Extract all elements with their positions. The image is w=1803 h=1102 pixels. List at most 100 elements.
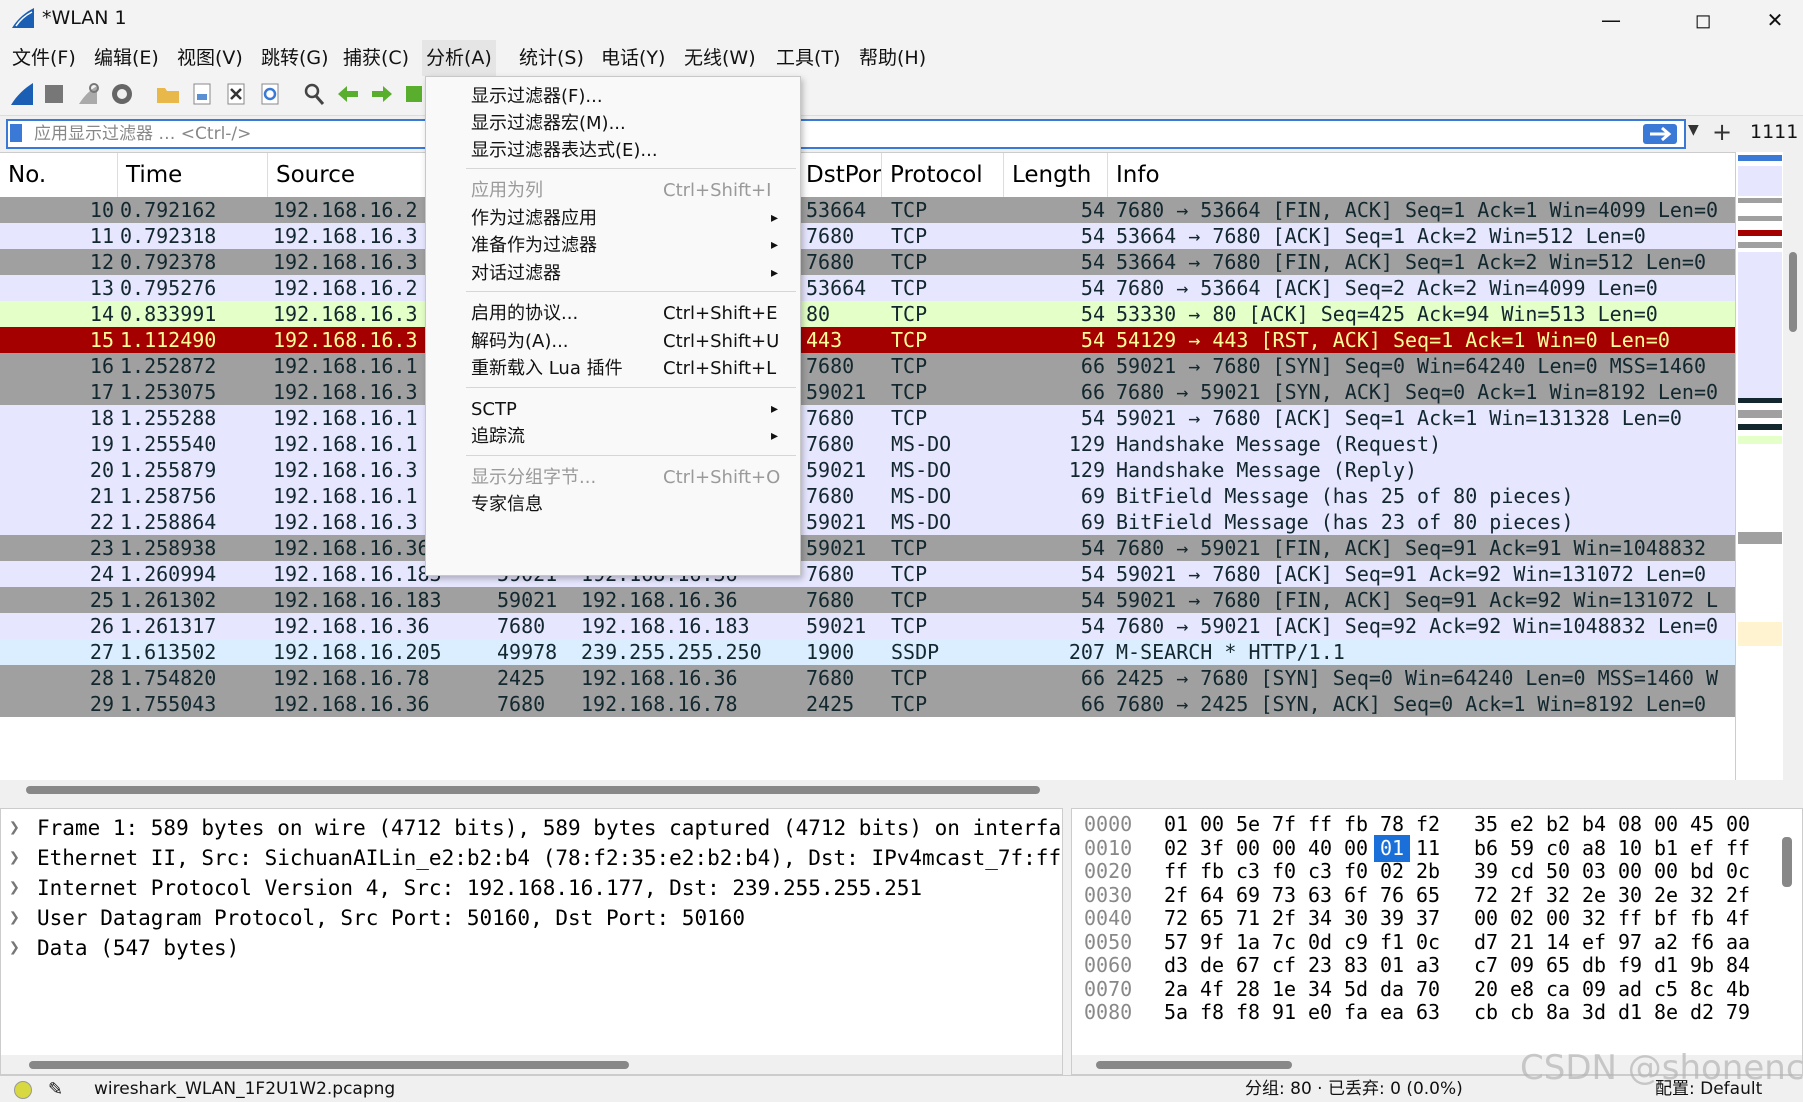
menu-help[interactable]: 帮助(H) [855,40,930,76]
menu-view[interactable]: 视图(V) [173,40,247,76]
packet-row[interactable]: 29 1.755043 192.168.16.36 7680 192.168.16.78… [0,691,1735,717]
packet-row[interactable]: 28 1.754820 192.168.16.78 2425 192.168.16.36… [0,665,1735,691]
column-header-source[interactable]: Source [268,153,426,197]
packet-row[interactable]: 10 0.792162 192.168.16.2 53664 TCP 54 7680 → 5… [0,197,1735,223]
detail-row-ipv4[interactable]: ❯ Internet Protocol Version 4, Src: 192.1… [1,873,1062,903]
analyze-menu-item[interactable]: 专家信息 [426,489,800,520]
hex-byte[interactable]: fa [1338,999,1374,1026]
detail-row-ethernet[interactable]: ❯ Ethernet II, Src: SichuanAILin_e2:b2:b4… [1,843,1062,873]
analyze-menu-item[interactable]: 启用的协议... Ctrl+Shift+E [426,298,800,329]
filter-button-count[interactable]: 1111 [1750,121,1798,143]
packet-row[interactable]: 13 0.795276 192.168.16.2 53664 TCP 54 7680 → 5… [0,275,1735,301]
column-header-time[interactable]: Time [118,153,268,197]
packet-list-vscroll[interactable] [1783,152,1803,780]
goto-packet-icon[interactable] [400,80,428,108]
analyze-menu-item[interactable]: 作为过滤器应用 ▸ [426,203,800,234]
detail-row-data[interactable]: ❯ Data (547 bytes) [1,933,1062,963]
details-hscroll[interactable] [1,1055,1062,1074]
menu-go[interactable]: 跳转(G) [257,40,333,76]
packet-row[interactable]: 11 0.792318 192.168.16.3 7680 TCP 54 53664 → 7… [0,223,1735,249]
hex-byte[interactable]: ea [1374,999,1410,1026]
packet-row[interactable]: 18 1.255288 192.168.16.1 7680 TCP 54 59021 → 7… [0,405,1735,431]
maximize-button[interactable]: ◻ [1667,0,1739,40]
analyze-menu-item[interactable]: 准备作为过滤器 ▸ [426,230,800,261]
hex-byte[interactable]: 63 [1410,999,1446,1026]
reload-icon[interactable] [256,80,284,108]
save-file-icon[interactable] [188,80,216,108]
hex-byte[interactable]: cb [1468,999,1504,1026]
column-header-protocol[interactable]: Protocol [882,153,1004,197]
hex-byte[interactable]: 3d [1576,999,1612,1026]
hex-byte[interactable]: 5a [1158,999,1194,1026]
minimize-button[interactable]: — [1575,0,1647,40]
scroll-thumb[interactable] [1782,837,1792,887]
scroll-thumb[interactable] [1789,252,1797,332]
menu-edit[interactable]: 编辑(E) [90,40,163,76]
hex-byte[interactable]: f8 [1194,999,1230,1026]
hex-byte[interactable]: 8e [1648,999,1684,1026]
capture-options-icon[interactable] [108,80,136,108]
find-icon[interactable] [300,80,328,108]
column-header-no[interactable]: No. [0,153,118,197]
hex-byte[interactable]: d1 [1612,999,1648,1026]
hex-byte[interactable]: e0 [1302,999,1338,1026]
column-header-info[interactable]: Info [1108,153,1735,197]
packet-row[interactable]: 22 1.258864 192.168.16.3 59021 MS-DO 69 BitFie… [0,509,1735,535]
add-filter-button[interactable]: + [1712,118,1732,146]
packet-row[interactable]: 12 0.792378 192.168.16.3 7680 TCP 54 53664 → 7… [0,249,1735,275]
analyze-menu-item[interactable]: SCTP ▸ [426,394,800,425]
packet-row[interactable]: 26 1.261317 192.168.16.36 7680 192.168.16.18… [0,613,1735,639]
hex-byte[interactable]: cb [1504,999,1540,1026]
packet-list-hscroll[interactable] [0,780,1803,802]
analyze-menu-item[interactable]: 解码为(A)... Ctrl+Shift+U [426,326,800,357]
analyze-menu-item[interactable]: 显示过滤器表达式(E)... [426,135,800,166]
packet-row[interactable]: 15 1.112490 192.168.16.3 443 TCP 54 54129 → 44… [0,327,1735,353]
packet-minimap[interactable] [1735,152,1783,780]
menu-wireless[interactable]: 无线(W) [680,40,760,76]
menu-telephony[interactable]: 电话(Y) [597,40,669,76]
analyze-menu-item[interactable]: 追踪流 ▸ [426,421,800,452]
open-folder-icon[interactable] [154,80,182,108]
stop-icon[interactable] [40,80,68,108]
shark-fin-icon[interactable] [8,80,36,108]
hex-byte[interactable]: f8 [1230,999,1266,1026]
hex-byte[interactable]: 91 [1266,999,1302,1026]
close-button[interactable]: ✕ [1739,0,1803,40]
analyze-menu-item[interactable]: 对话过滤器 ▸ [426,258,800,289]
scroll-thumb[interactable] [1096,1061,1292,1069]
filter-dropdown-icon[interactable]: ▼ [1688,122,1699,138]
display-filter-input[interactable]: 应用显示过滤器 … <Ctrl-/> [6,119,1686,149]
forward-arrow-icon[interactable] [368,80,396,108]
apply-filter-arrow-icon[interactable] [1642,122,1678,146]
packet-row[interactable]: 241.260994192.168.16.18359021192.168.16.… [0,561,1735,587]
menu-tools[interactable]: 工具(T) [772,40,844,76]
packet-row[interactable]: 21 1.258756 192.168.16.1 7680 MS-DO 69 BitFiel… [0,483,1735,509]
scroll-thumb[interactable] [29,1061,629,1069]
edit-comment-icon[interactable]: ✎ [48,1076,63,1102]
packet-row[interactable]: 27 1.613502 192.168.16.205 49978 239.255.255… [0,639,1735,665]
back-arrow-icon[interactable] [334,80,362,108]
packet-row[interactable]: 16 1.252872 192.168.16.1 7680 TCP 66 59021 → 7… [0,353,1735,379]
menu-file[interactable]: 文件(F) [8,40,80,76]
column-header-dstport[interactable]: DstPor [798,153,882,197]
packet-row[interactable]: 14 0.833991 192.168.16.3 80 TCP 54 53330 → 80 … [0,301,1735,327]
hex-byte[interactable]: 79 [1720,999,1756,1026]
detail-row-udp[interactable]: ❯ User Datagram Protocol, Src Port: 50160… [1,903,1062,933]
analyze-menu-item[interactable]: 重新载入 Lua 插件 Ctrl+Shift+L [426,353,800,384]
hex-byte[interactable]: d2 [1684,999,1720,1026]
scroll-thumb[interactable] [26,786,1040,794]
packet-row[interactable]: 17 1.253075 192.168.16.3 59021 TCP 66 7680 → 5… [0,379,1735,405]
packet-row[interactable]: 231.258938192.168.16.367680192.168.16.18… [0,535,1735,561]
column-header-length[interactable]: Length [1004,153,1108,197]
menu-analyze[interactable]: 分析(A) [422,40,496,76]
restart-icon[interactable] [74,80,102,108]
menu-capture[interactable]: 捕获(C) [339,40,413,76]
menu-statistics[interactable]: 统计(S) [515,40,588,76]
packet-row[interactable]: 19 1.255540 192.168.16.1 7680 MS-DO 129 Handsh… [0,431,1735,457]
bookmark-icon[interactable] [10,124,22,142]
close-file-icon[interactable] [222,80,250,108]
packet-row[interactable]: 20 1.255879 192.168.16.3 59021 MS-DO 129 Hands… [0,457,1735,483]
detail-row-frame[interactable]: ❯ Frame 1: 589 bytes on wire (4712 bits),… [1,813,1062,843]
hex-byte[interactable]: 8a [1540,999,1576,1026]
packet-row[interactable]: 25 1.261302 192.168.16.183 59021 192.168.16.… [0,587,1735,613]
